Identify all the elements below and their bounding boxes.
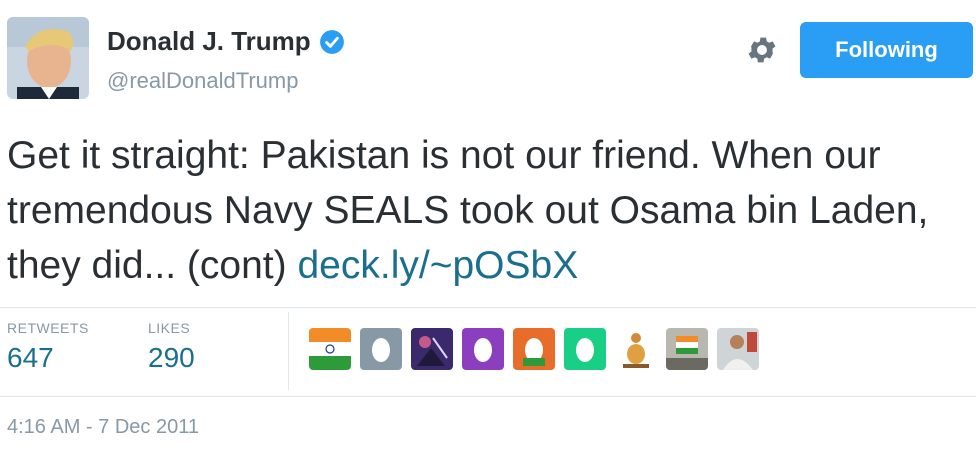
tweet-timestamp[interactable]: 4:16 AM - 7 Dec 2011 <box>7 416 199 439</box>
user-display-name[interactable]: Donald J. Trump <box>107 26 311 57</box>
liker-avatars <box>309 328 759 370</box>
flag-photo-avatar-icon[interactable] <box>666 328 708 370</box>
retweets-label: RETWEETS <box>7 320 89 336</box>
likes-label: LIKES <box>148 320 191 336</box>
figure-avatar-icon[interactable] <box>615 328 657 370</box>
profile-photo <box>7 17 89 99</box>
verified-badge-icon <box>319 29 344 54</box>
egg-avatar-icon[interactable] <box>360 328 402 370</box>
tweet-link[interactable]: deck.ly/~pOSbX <box>297 244 578 287</box>
user-handle[interactable]: @realDonaldTrump <box>107 68 298 94</box>
user-name-row[interactable]: Donald J. Trump <box>107 26 345 57</box>
likes-stat[interactable]: LIKES 290 <box>148 320 195 374</box>
divider <box>0 307 976 308</box>
flag-avatar-icon[interactable] <box>309 328 351 370</box>
person-photo-avatar-icon[interactable] <box>717 328 759 370</box>
egg-avatar-icon[interactable] <box>462 328 504 370</box>
gear-icon[interactable] <box>745 33 779 67</box>
following-button[interactable]: Following <box>800 22 973 78</box>
photo-avatar-icon[interactable] <box>411 328 453 370</box>
retweets-count[interactable]: 647 <box>7 342 89 374</box>
stats-divider <box>288 312 289 390</box>
egg-avatar-icon[interactable] <box>513 328 555 370</box>
retweets-stat[interactable]: RETWEETS 647 <box>7 320 89 374</box>
tweet-text: Get it straight: Pakistan is not our fri… <box>7 128 967 293</box>
divider <box>0 396 976 397</box>
egg-avatar-icon[interactable] <box>564 328 606 370</box>
profile-avatar[interactable] <box>7 17 89 99</box>
likes-count[interactable]: 290 <box>148 342 195 374</box>
